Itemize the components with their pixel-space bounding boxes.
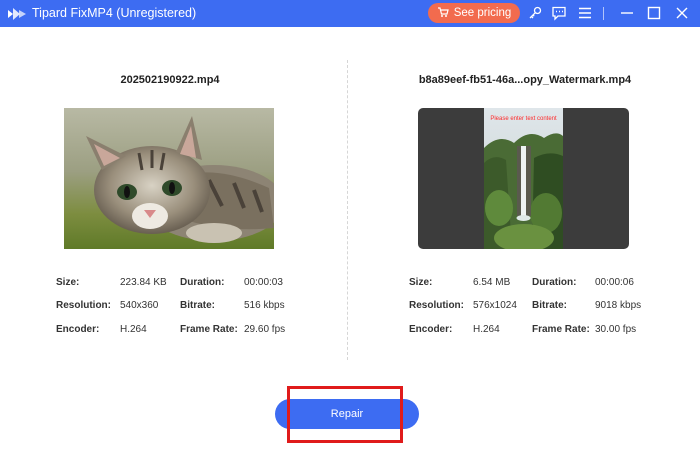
right-encoder-label: Encoder: [409, 324, 453, 335]
minimize-icon[interactable] [619, 5, 635, 21]
cart-icon [437, 6, 449, 21]
see-pricing-label: See pricing [453, 7, 512, 19]
right-video-thumbnail: Please enter text content [418, 108, 629, 249]
waterfall-image: Please enter text content [484, 108, 563, 249]
right-duration-value: 00:00:06 [595, 277, 634, 288]
left-file-name: 202502190922.mp4 [120, 74, 220, 86]
maximize-icon[interactable] [646, 5, 662, 21]
title-bar: Tipard FixMP4 (Unregistered) See pricing [0, 0, 700, 27]
right-encoder-value: H.264 [473, 324, 500, 335]
right-size-value: 6.54 MB [473, 277, 511, 288]
right-size-label: Size: [409, 277, 433, 288]
close-icon[interactable] [674, 5, 690, 21]
left-resolution-label: Resolution: [56, 300, 111, 311]
left-video-thumbnail [64, 108, 274, 249]
right-bitrate-value: 9018 kbps [595, 300, 642, 311]
menu-icon[interactable] [577, 5, 593, 21]
left-bitrate-value: 516 kbps [244, 300, 285, 311]
left-encoder-label: Encoder: [56, 324, 100, 335]
left-bitrate-label: Bitrate: [180, 300, 216, 311]
right-framerate-label: Frame Rate: [532, 324, 590, 335]
logo-icon [8, 7, 26, 21]
right-file-name: b8a89eef-fb51-46a...opy_Watermark.mp4 [418, 74, 632, 86]
left-size-label: Size: [56, 277, 80, 288]
key-icon[interactable] [527, 5, 543, 21]
right-resolution-value: 576x1024 [473, 300, 517, 311]
right-bitrate-label: Bitrate: [532, 300, 568, 311]
left-size-value: 223.84 KB [120, 277, 167, 288]
left-framerate-value: 29.60 fps [244, 324, 286, 335]
right-duration-label: Duration: [532, 277, 577, 288]
left-duration-label: Duration: [180, 277, 225, 288]
panel-divider [347, 60, 348, 360]
repair-button[interactable]: Repair [275, 399, 419, 429]
left-resolution-value: 540x360 [120, 300, 159, 311]
titlebar-divider [603, 7, 604, 20]
right-framerate-value: 30.00 fps [595, 324, 637, 335]
left-encoder-value: H.264 [120, 324, 147, 335]
left-framerate-label: Frame Rate: [180, 324, 238, 335]
feedback-icon[interactable] [551, 5, 567, 21]
see-pricing-button[interactable]: See pricing [428, 3, 520, 23]
watermark-text: Please enter text content [490, 116, 557, 122]
right-resolution-label: Resolution: [409, 300, 464, 311]
left-duration-value: 00:00:03 [244, 277, 283, 288]
window-title: Tipard FixMP4 (Unregistered) [32, 6, 197, 20]
